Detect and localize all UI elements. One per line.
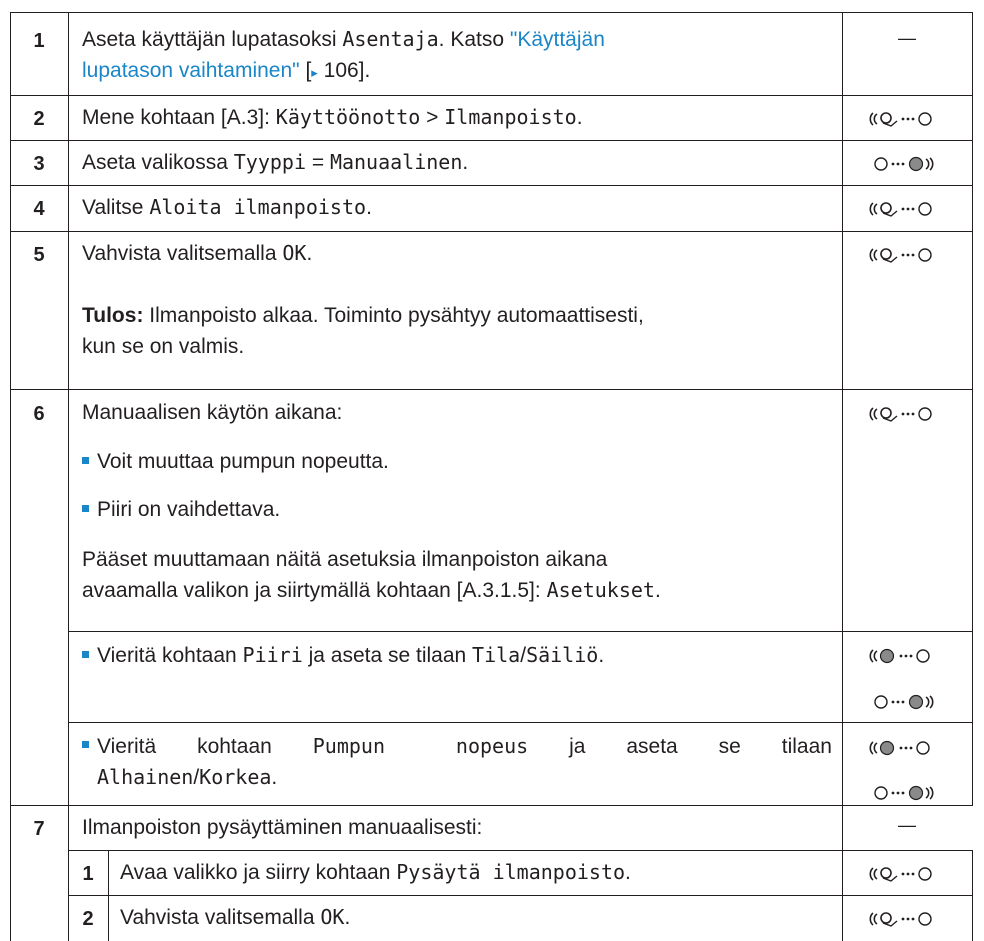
page-ref-text: 106]. xyxy=(317,59,371,82)
push-dial-icon xyxy=(842,199,972,219)
step-4-text: Valitse Aloita ilmanpoisto. xyxy=(82,192,372,223)
code-term: Säiliö xyxy=(526,643,599,667)
page-ref-text: [ xyxy=(299,59,312,82)
right-dial-icon xyxy=(842,692,972,712)
step-text: . xyxy=(576,106,583,129)
push-dial-icon xyxy=(842,864,972,884)
code-term: nopeus xyxy=(455,734,529,758)
step-number: 2 xyxy=(33,108,45,130)
step-text: . xyxy=(306,242,313,265)
step-number: 5 xyxy=(33,244,45,266)
right-dial-icon xyxy=(842,783,972,803)
result-label: Tulos: xyxy=(82,304,144,327)
step-1-text-line2: lupatason vaihtaminen" [▸ 106]. xyxy=(82,55,370,88)
step-text: . xyxy=(625,861,631,884)
left-dial-icon xyxy=(842,646,972,666)
step-text: aseta xyxy=(626,735,678,758)
step-text: . Katso xyxy=(438,28,505,51)
code-term: Manuaalinen xyxy=(329,150,463,174)
step-text: . xyxy=(271,766,278,789)
step-text: Aseta käyttäjän lupatasoksi xyxy=(82,28,337,51)
step-text: Vieritä kohtaan xyxy=(97,644,243,667)
code-term: Tila xyxy=(472,643,521,667)
left-dial-icon xyxy=(842,738,972,758)
push-dial-icon xyxy=(842,909,972,929)
step-text: . xyxy=(462,151,469,174)
result-text: Ilmanpoisto alkaa. Toiminto pysähtyy aut… xyxy=(143,304,644,327)
cross-reference-link[interactable]: "Käyttäjän xyxy=(510,28,605,51)
step-5-result-line2: kun se on valmis. xyxy=(82,335,245,358)
bullet-text: Piiri on vaihdettava. xyxy=(97,498,281,521)
step-text: Valitse xyxy=(82,196,150,219)
step-number: 3 xyxy=(33,153,45,175)
code-term: Käyttöönotto xyxy=(275,105,421,129)
code-term: Pumpun xyxy=(312,734,385,758)
code-term: Aloita ilmanpoisto xyxy=(149,195,367,219)
step-7-text: Ilmanpoiston pysäyttäminen manuaalisesti… xyxy=(82,816,483,839)
code-term: Alhainen xyxy=(97,765,194,789)
step-text: . xyxy=(344,906,351,929)
no-action-dash: — xyxy=(898,815,916,835)
substep-number: 2 xyxy=(82,908,94,930)
step-text: = xyxy=(306,151,330,174)
push-dial-icon xyxy=(842,109,972,129)
code-term: OK xyxy=(282,241,307,265)
bullet-item: Voit muuttaa pumpun nopeutta. xyxy=(82,446,389,477)
step-text: Aseta valikossa xyxy=(82,151,234,174)
step-text: Vahvista valitsemalla xyxy=(120,906,321,929)
push-dial-icon xyxy=(842,245,972,265)
step-text: se xyxy=(718,735,741,758)
step-3-text: Aseta valikossa Tyyppi = Manuaalinen. xyxy=(82,147,468,178)
step-text: Vieritä xyxy=(97,735,157,758)
step-text: ja aseta se tilaan xyxy=(302,644,473,667)
step-text: > xyxy=(420,106,445,129)
push-dial-icon xyxy=(842,404,972,424)
code-term: Tyyppi xyxy=(233,150,306,174)
step-text: avaamalla valikon ja siirtymällä kohtaan… xyxy=(82,579,547,602)
bullet-marker xyxy=(82,650,89,658)
code-term: Asentaja xyxy=(342,27,439,51)
code-term: Pysäytä ilmanpoisto xyxy=(396,860,626,884)
code-term: OK xyxy=(320,905,345,929)
bullet-marker xyxy=(82,741,89,748)
code-term: Piiri xyxy=(242,643,303,667)
substep-number: 1 xyxy=(82,863,94,885)
step-5-result: Tulos: Ilmanpoisto alkaa. Toiminto pysäh… xyxy=(82,300,644,331)
bullet-text: Voit muuttaa pumpun nopeutta. xyxy=(97,450,389,473)
code-term: Ilmanpoisto xyxy=(444,105,577,129)
step-text: . xyxy=(366,196,372,219)
step-text: ja xyxy=(569,735,586,758)
step-text: Vahvista valitsemalla xyxy=(82,242,283,265)
step-number: 4 xyxy=(33,198,45,220)
step-text: kohtaan xyxy=(197,735,272,758)
step-text: . xyxy=(598,644,605,667)
code-term: Korkea xyxy=(199,765,272,789)
step-6-para: Pääset muuttamaan näitä asetuksia ilmanp… xyxy=(82,548,608,571)
step-number: 6 xyxy=(33,403,45,425)
right-dial-icon xyxy=(842,154,972,174)
sub-bullet-item: Vieritä kohtaan Pumpun nopeus ja aseta s… xyxy=(82,731,832,762)
step-text: . xyxy=(654,579,661,602)
step-text: tilaan xyxy=(781,735,832,758)
bullet-marker xyxy=(82,504,89,512)
bullet-item: Piiri on vaihdettava. xyxy=(82,494,280,525)
no-action-dash: — xyxy=(898,28,916,48)
step-2-text: Mene kohtaan [A.3]: Käyttöönotto > Ilman… xyxy=(82,102,583,133)
substep-1-text: Avaa valikko ja siirry kohtaan Pysäytä i… xyxy=(120,857,631,888)
step-text: Avaa valikko ja siirry kohtaan xyxy=(120,861,397,884)
step-6-intro: Manuaalisen käytön aikana: xyxy=(82,401,343,424)
substep-2-text: Vahvista valitsemalla OK. xyxy=(120,902,350,933)
code-term: Asetukset xyxy=(546,578,655,602)
step-text: Mene kohtaan [A.3]: xyxy=(82,106,276,129)
bullet-marker xyxy=(82,456,89,464)
sub-bullet-item-line2: Alhainen/Korkea. xyxy=(97,762,277,793)
cross-reference-link[interactable]: lupatason vaihtaminen" xyxy=(82,59,300,82)
sub-bullet-item: Vieritä kohtaan Piiri ja aseta se tilaan… xyxy=(82,640,604,671)
step-6-para-line2: avaamalla valikon ja siirtymällä kohtaan… xyxy=(82,575,661,606)
step-number: 1 xyxy=(33,30,45,52)
step-5-text: Vahvista valitsemalla OK. xyxy=(82,238,312,269)
step-1-text: Aseta käyttäjän lupatasoksi Asentaja. Ka… xyxy=(82,24,605,55)
step-number: 7 xyxy=(33,818,45,840)
